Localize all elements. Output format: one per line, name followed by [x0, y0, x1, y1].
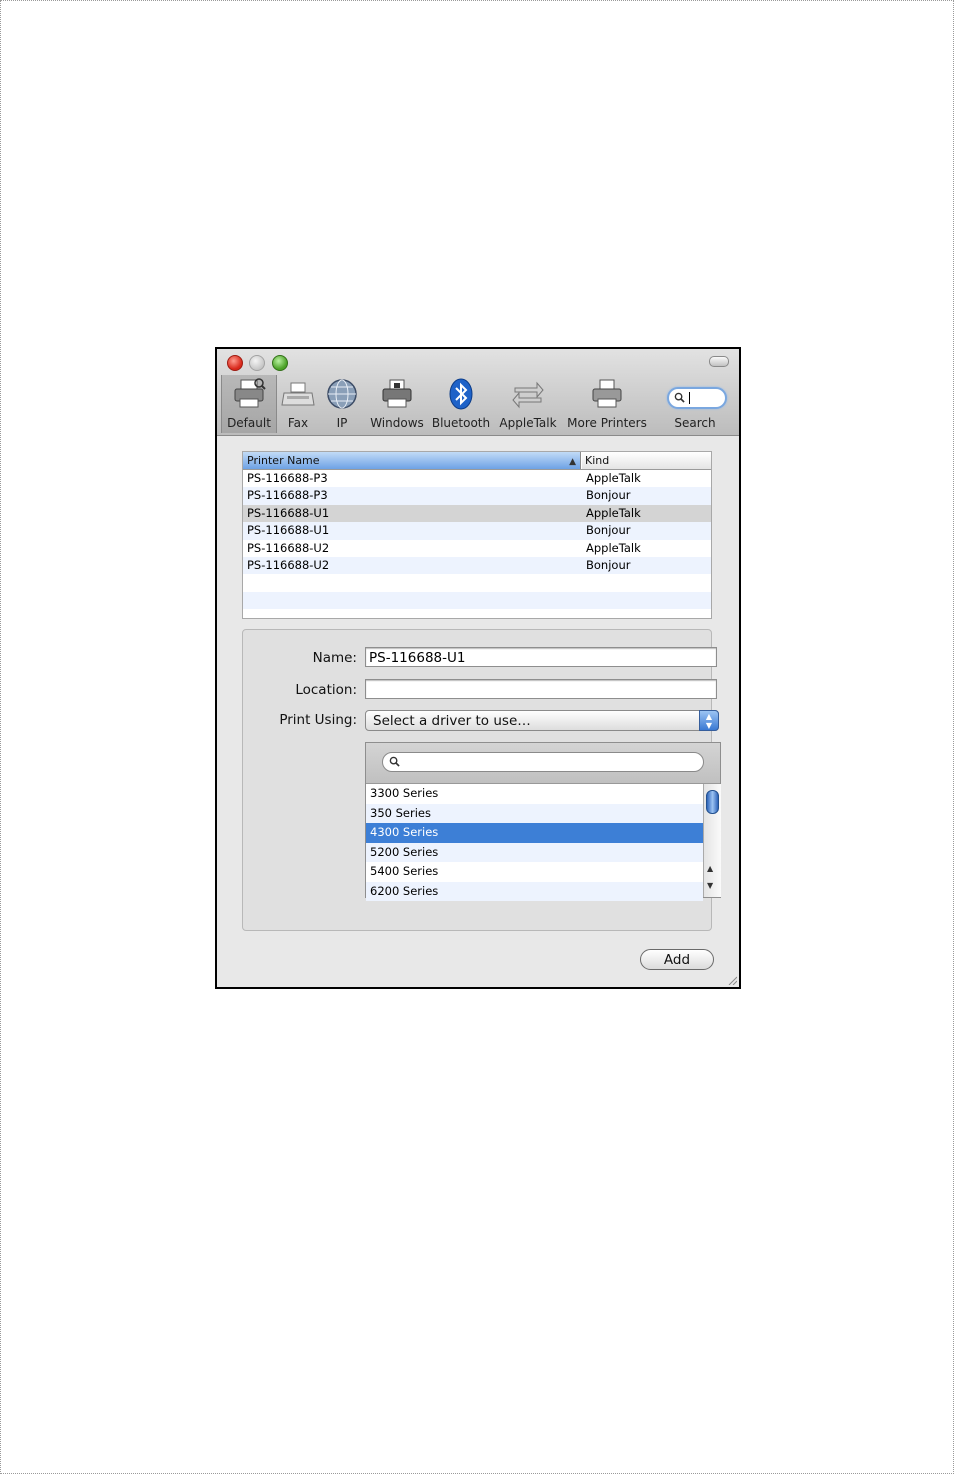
sort-ascending-icon: ▲ — [569, 457, 576, 467]
printer-kind-cell: AppleTalk — [586, 471, 641, 485]
name-label: Name: — [312, 650, 357, 666]
list-item[interactable]: 5400 Series — [366, 862, 703, 882]
print-using-value: Select a driver to use… — [373, 713, 531, 729]
toolbar-toggle-button[interactable] — [709, 356, 729, 367]
windows-printer-icon — [382, 379, 412, 408]
list-item[interactable]: 6200 Series — [366, 881, 703, 901]
close-button[interactable] — [227, 355, 243, 371]
fax-icon — [281, 382, 315, 406]
printer-list: Printer Name ▲ Kind PS-116688-P3 AppleTal… — [242, 451, 712, 619]
scroll-up-arrow-icon[interactable]: ▲ — [707, 864, 713, 873]
location-field[interactable] — [365, 679, 717, 699]
printer-list-rows: PS-116688-P3 AppleTalk PS-116688-P3 Bonjou… — [243, 470, 711, 610]
table-row[interactable]: PS-116688-P3 AppleTalk — [243, 470, 711, 487]
toolbar-fax-label: Fax — [287, 416, 309, 430]
search-icon — [389, 756, 400, 767]
table-row[interactable]: PS-116688-U2 AppleTalk — [243, 540, 711, 557]
driver-list-scrollbar[interactable]: ▲ ▼ — [703, 784, 721, 897]
driver-search-bar — [366, 743, 720, 784]
empty-row — [243, 574, 711, 591]
table-row-selected[interactable]: PS-116688-U1 AppleTalk — [243, 504, 711, 523]
column-kind[interactable]: Kind — [582, 452, 711, 469]
window-toolbar: Default Fax IP Windows Bluetooth AppleTa… — [217, 349, 739, 436]
toolbar-more-printers-label: More Printers — [567, 416, 647, 430]
table-row[interactable]: PS-116688-U2 Bonjour — [243, 556, 711, 575]
name-field[interactable]: PS-116688-U1 — [365, 647, 717, 667]
resize-grip-icon[interactable] — [727, 975, 737, 985]
printer-name-cell: PS-116688-U1 — [247, 523, 330, 538]
list-item[interactable]: 350 Series — [366, 803, 703, 823]
toolbar-default-label: Default — [227, 416, 271, 430]
driver-search-input[interactable] — [382, 752, 704, 772]
printer-name-cell: PS-116688-U2 — [247, 557, 330, 572]
add-printer-window: Default Fax IP Windows Bluetooth AppleTa… — [215, 347, 741, 989]
minimize-button[interactable] — [249, 355, 265, 371]
list-item[interactable]: 3300 Series — [366, 784, 703, 804]
toolbar-default-button[interactable]: Default — [221, 375, 277, 433]
table-row[interactable]: PS-116688-P3 Bonjour — [243, 487, 711, 505]
scroll-down-arrow-icon[interactable]: ▼ — [707, 881, 713, 890]
toolbar-appletalk-label: AppleTalk — [499, 416, 557, 430]
toolbar-bluetooth-button[interactable]: Bluetooth — [431, 375, 491, 433]
driver-list-box: 3300 Series 350 Series 4300 Series 5200 … — [365, 742, 721, 901]
printer-name-cell: PS-116688-P3 — [247, 471, 328, 485]
globe-icon — [327, 379, 357, 409]
location-label: Location: — [295, 682, 357, 698]
printer-kind-cell: AppleTalk — [586, 505, 641, 520]
popup-arrows-icon: ▲ ▼ — [699, 710, 719, 731]
printer-kind-cell: Bonjour — [586, 557, 631, 572]
toolbar-ip-button[interactable]: IP — [323, 375, 361, 433]
toolbar-search-area: Search — [659, 375, 731, 433]
printer-details-group: Name: PS-116688-U1 Location: Print Using… — [242, 629, 721, 931]
toolbar-ip-label: IP — [336, 416, 348, 430]
toolbar-appletalk-button[interactable]: AppleTalk — [497, 375, 559, 433]
printer-name-cell: PS-116688-U1 — [247, 505, 330, 520]
toolbar-windows-button[interactable]: Windows — [367, 375, 427, 433]
add-button[interactable]: Add — [640, 949, 714, 970]
list-item-selected[interactable]: 4300 Series — [366, 823, 703, 843]
empty-row — [243, 591, 711, 610]
table-row[interactable]: PS-116688-U1 Bonjour — [243, 522, 711, 540]
more-printers-icon — [592, 379, 622, 408]
print-using-popup[interactable]: Select a driver to use… ▲ ▼ — [365, 710, 719, 731]
text-cursor — [689, 392, 690, 404]
toolbar-more-printers-button[interactable]: More Printers — [565, 375, 649, 433]
printer-name-cell: PS-116688-P3 — [247, 488, 328, 503]
list-item[interactable]: 5200 Series — [366, 842, 703, 862]
column-kind-label: Kind — [585, 454, 610, 467]
zoom-button[interactable] — [272, 355, 288, 371]
printer-kind-cell: Bonjour — [586, 488, 631, 503]
appletalk-arrows-icon — [512, 381, 544, 409]
driver-list: 3300 Series 350 Series 4300 Series 5200 … — [366, 784, 703, 901]
printer-icon — [234, 378, 266, 408]
toolbar-windows-label: Windows — [370, 416, 424, 430]
printer-name-cell: PS-116688-U2 — [247, 540, 330, 555]
search-icon — [674, 392, 685, 403]
scrollbar-thumb[interactable] — [706, 790, 719, 814]
toolbar-bluetooth-label: Bluetooth — [431, 416, 491, 430]
column-printer-name[interactable]: Printer Name ▲ — [243, 452, 581, 469]
toolbar-fax-button[interactable]: Fax — [279, 375, 317, 433]
bluetooth-icon — [449, 378, 473, 410]
toolbar-search-input[interactable] — [667, 387, 727, 409]
printer-list-header: Printer Name ▲ Kind — [243, 452, 711, 470]
printer-kind-cell: AppleTalk — [586, 540, 641, 555]
column-printer-name-label: Printer Name — [247, 454, 320, 467]
toolbar-search-label: Search — [674, 416, 716, 430]
print-using-label: Print Using: — [279, 712, 357, 728]
printer-kind-cell: Bonjour — [586, 523, 631, 538]
